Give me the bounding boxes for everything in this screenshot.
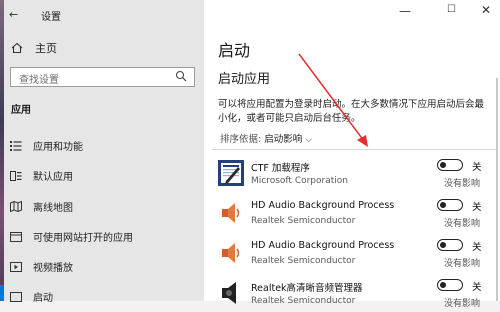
list-icon (10, 140, 22, 151)
sidebar-item-label: 启动 (33, 293, 53, 304)
minimize-button[interactable]: — (399, 4, 411, 18)
window-title: 设置 (41, 12, 61, 23)
speaker-icon (222, 243, 240, 263)
toggle-state: 关 (472, 282, 482, 293)
sidebar-item-label: 离线地图 (33, 203, 73, 214)
home-icon (11, 42, 23, 54)
section-title: 应用 (11, 105, 31, 116)
app-name: CTF 加载程序 (251, 163, 310, 174)
toggle-knob (440, 281, 446, 288)
sidebar-item-label: 可使用网站打开的应用 (33, 233, 133, 244)
startup-impact: 没有影响 (444, 179, 481, 189)
map-icon (10, 201, 22, 212)
search-placeholder: 查找设置 (19, 75, 59, 86)
website-apps-icon (10, 231, 22, 242)
app-name: HD Audio Background Process (251, 240, 395, 251)
app-name: Realtek高清晰音频管理器 (251, 283, 363, 294)
ctf-loader-icon (218, 160, 244, 186)
startup-impact: 没有影响 (444, 299, 481, 309)
startup-icon (10, 291, 22, 302)
toggle-state: 关 (472, 202, 482, 213)
app-publisher: Realtek Semiconductor (251, 296, 356, 306)
desktop-wallpaper-edge (0, 0, 4, 301)
sidebar-item-label: 默认应用 (33, 172, 73, 183)
sort-label: 排序依据: (220, 134, 262, 145)
app-publisher: Realtek Semiconductor (251, 256, 356, 266)
search-icon[interactable] (175, 70, 187, 82)
description: 可以将应用配置为登录时启动。在大多数情况下应用启动后会最小化，或者可能只启动后台… (218, 99, 485, 124)
chevron-down-icon: ⌵ (305, 135, 313, 145)
default-apps-icon (10, 170, 22, 181)
close-button[interactable]: ✕ (481, 3, 491, 17)
toggle-state: 关 (472, 162, 482, 173)
search-input[interactable]: 查找设置 (10, 67, 195, 87)
sidebar-item-apps-features[interactable]: 应用和功能 (9, 138, 83, 153)
app-publisher: Microsoft Corporation (251, 176, 348, 186)
startup-toggle[interactable] (437, 239, 463, 251)
sort-value: 启动影响 (264, 134, 303, 145)
page-title: 启动 (218, 41, 251, 60)
startup-impact: 没有影响 (444, 259, 481, 269)
sidebar-item-default-apps[interactable]: 默认应用 (9, 168, 73, 183)
active-indicator (0, 285, 4, 301)
sidebar-item-video-playback[interactable]: 视频播放 (9, 259, 73, 274)
sidebar-item-website-apps[interactable]: 可使用网站打开的应用 (9, 229, 133, 244)
startup-toggle[interactable] (437, 159, 463, 171)
sidebar-item-label: 应用和功能 (33, 142, 83, 153)
startup-toggle[interactable] (437, 199, 463, 211)
section-subtitle: 启动应用 (218, 72, 271, 87)
realtek-speaker-icon (222, 282, 236, 304)
sidebar-home[interactable]: 主页 (11, 40, 57, 56)
app-publisher: Realtek Semiconductor (251, 216, 356, 226)
startup-toggle[interactable] (437, 279, 463, 291)
divider (212, 149, 498, 150)
sidebar-item-label: 视频播放 (33, 263, 73, 274)
toggle-knob (440, 241, 446, 248)
back-arrow-icon[interactable]: ← (9, 8, 18, 21)
startup-app-row: HD Audio Background Process Realtek Semi… (212, 234, 498, 272)
startup-app-row: HD Audio Background Process Realtek Semi… (212, 194, 498, 232)
sidebar-item-offline-maps[interactable]: 离线地图 (9, 199, 73, 214)
sidebar-item-startup[interactable]: 启动 (9, 289, 53, 304)
startup-impact: 没有影响 (444, 219, 481, 229)
sort-dropdown[interactable]: 排序依据: 启动影响 ⌵ (220, 131, 312, 145)
video-icon (10, 261, 22, 272)
home-label: 主页 (35, 42, 57, 55)
speaker-icon (222, 203, 240, 223)
toggle-state: 关 (472, 242, 482, 253)
startup-app-row: Realtek高清晰音频管理器 Realtek Semiconductor 关 … (212, 274, 498, 312)
app-name: HD Audio Background Process (251, 200, 395, 211)
toggle-knob (440, 161, 446, 168)
maximize-button[interactable]: ☐ (447, 4, 456, 15)
startup-app-row: CTF 加载程序 Microsoft Corporation 关 没有影响 (212, 154, 498, 192)
toggle-knob (440, 201, 446, 208)
